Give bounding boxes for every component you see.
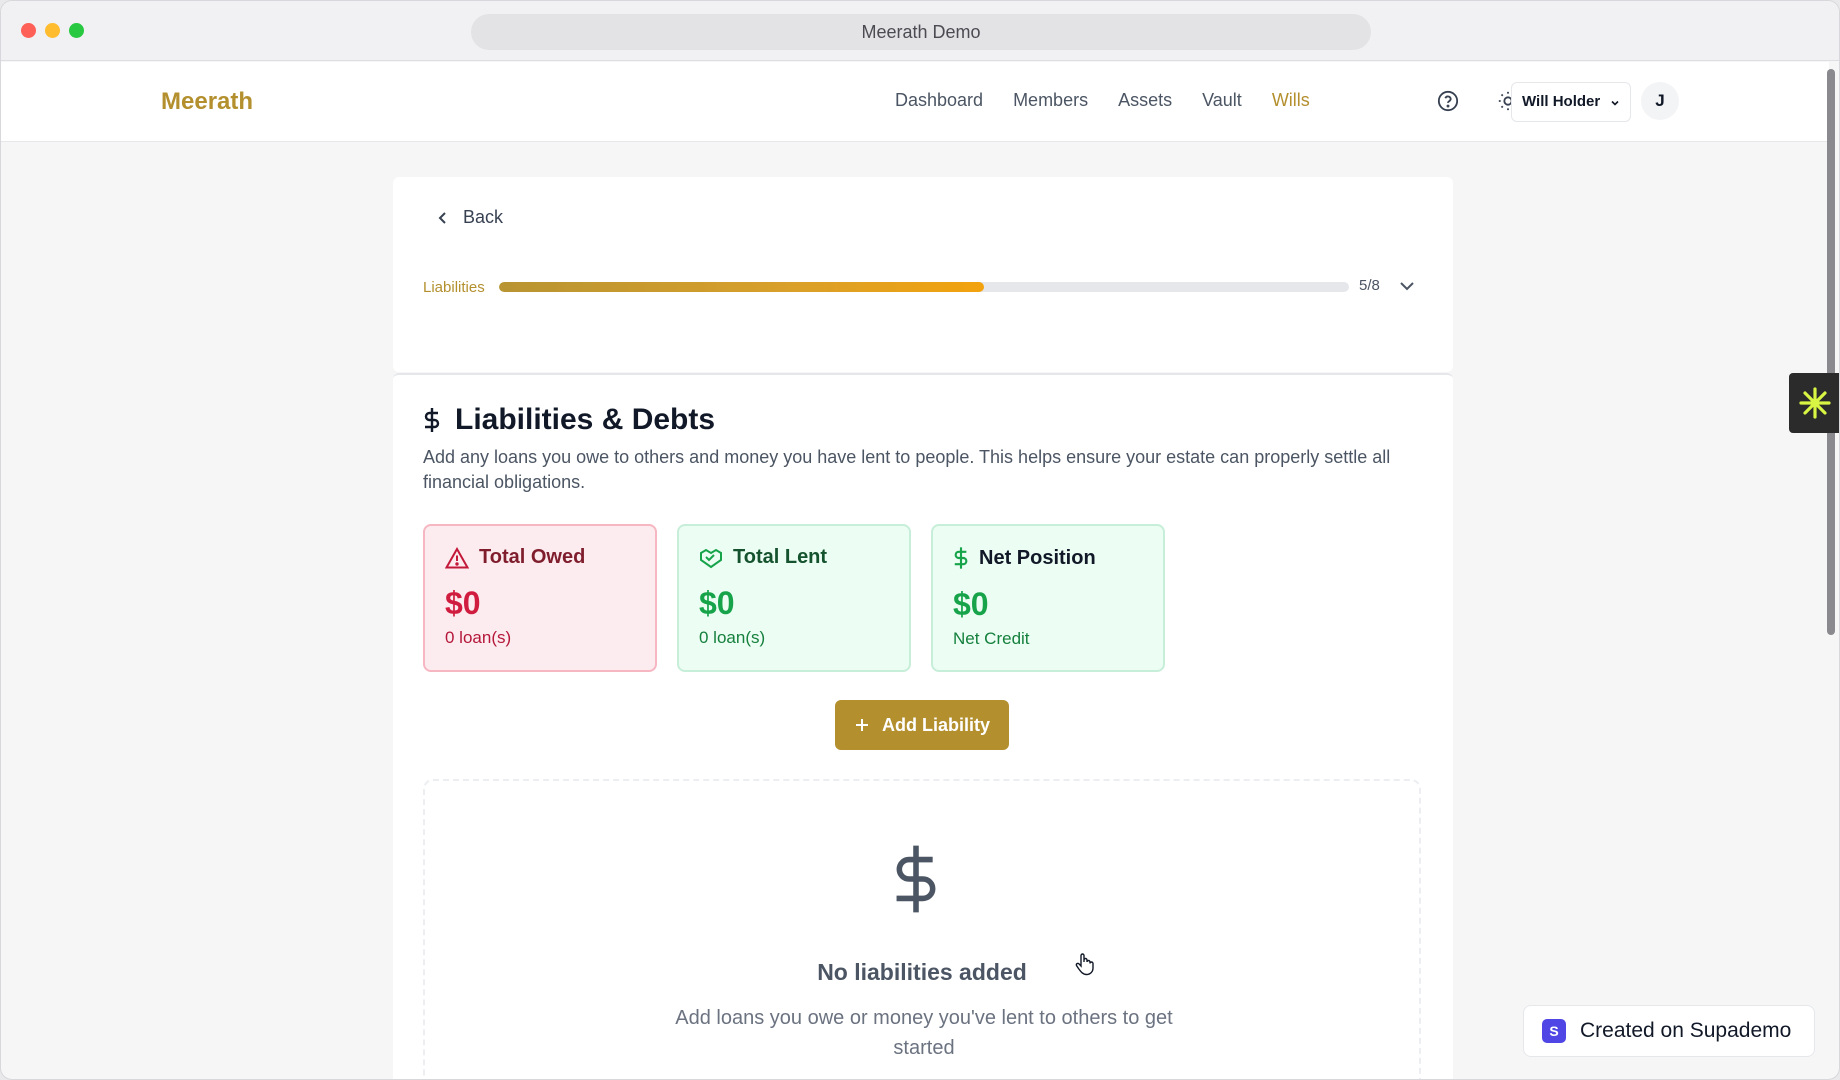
plus-icon: [856, 719, 868, 731]
avatar[interactable]: J: [1641, 82, 1679, 120]
sparkle-icon: [1799, 387, 1831, 419]
net-position-title: Net Position: [953, 546, 1143, 570]
minimize-window-button[interactable]: [45, 23, 60, 38]
chevron-down-icon: [1400, 282, 1414, 291]
total-owed-value: $0: [445, 585, 481, 621]
nav-wills[interactable]: Wills: [1272, 90, 1310, 111]
back-button[interactable]: Back: [437, 207, 503, 228]
supademo-label: Created on Supademo: [1580, 1019, 1792, 1042]
chevron-down-icon: [1611, 100, 1619, 106]
progress-fill: [499, 282, 985, 292]
total-lent-title: Total Lent: [699, 546, 889, 569]
wizard-header-panel: Back Liabilities 5/8: [393, 177, 1453, 372]
empty-state-description: Add loans you owe or money you've lent t…: [675, 1007, 1173, 1059]
nav-dashboard[interactable]: Dashboard: [895, 90, 983, 111]
maximize-window-button[interactable]: [69, 23, 84, 38]
main-nav: Dashboard Members Assets Vault Wills: [895, 90, 1340, 111]
progress-count: 5/8: [1359, 277, 1380, 294]
dollar-icon: [896, 845, 936, 913]
side-widget-button[interactable]: [1789, 373, 1839, 433]
liabilities-panel: Liabilities & Debts Add any loans you ow…: [393, 373, 1453, 1079]
page-scrollbar[interactable]: [1827, 69, 1835, 635]
page-description: Add any loans you owe to others and mone…: [423, 447, 1391, 492]
total-owed-card: Total Owed $0 0 loan(s): [423, 524, 657, 672]
back-label: Back: [463, 207, 504, 227]
address-bar[interactable]: Meerath Demo: [471, 14, 1371, 50]
page-title-text: Liabilities & Debts: [455, 403, 716, 436]
progress-bar: [499, 282, 1349, 292]
hand-cursor-icon: [1075, 953, 1094, 976]
supademo-logo-icon: S: [1542, 1019, 1566, 1043]
total-owed-title: Total Owed: [445, 546, 635, 569]
supademo-badge[interactable]: S Created on Supademo: [1523, 1005, 1815, 1057]
dollar-icon: [424, 408, 440, 432]
dollar-icon: [954, 547, 968, 569]
chevron-left-icon: [438, 211, 446, 224]
empty-state-title: No liabilities added: [817, 959, 1027, 985]
add-liability-label: Add Liability: [882, 714, 990, 735]
help-icon[interactable]: [1437, 90, 1461, 114]
browser-window: Meerath Demo Meerath Dashboard Members A…: [0, 0, 1840, 1080]
nav-members[interactable]: Members: [1013, 90, 1088, 111]
total-lent-value: $0: [699, 585, 735, 621]
title-bar: Meerath Demo: [1, 1, 1839, 61]
app-header: Meerath Dashboard Members Assets Vault W…: [1, 62, 1829, 142]
net-position-status: Net Credit: [953, 629, 1030, 648]
warning-triangle-icon: [445, 546, 469, 568]
user-menu-button[interactable]: Will Holder: [1511, 82, 1631, 122]
user-menu-label: Will Holder: [1522, 93, 1601, 110]
nav-vault[interactable]: Vault: [1202, 90, 1242, 111]
total-lent-card: Total Lent $0 0 loan(s): [677, 524, 911, 672]
close-window-button[interactable]: [21, 23, 36, 38]
empty-state: No liabilities added Add loans you owe o…: [423, 779, 1421, 1079]
net-position-value: $0: [953, 586, 989, 622]
add-liability-button[interactable]: Add Liability: [835, 700, 1009, 750]
total-lent-label: Total Lent: [733, 546, 828, 568]
page-title: Liabilities & Debts: [423, 403, 715, 437]
total-owed-count: 0 loan(s): [445, 628, 512, 647]
progress-step-label: Liabilities: [423, 279, 485, 296]
steps-expand-button[interactable]: [1399, 279, 1415, 297]
total-lent-count: 0 loan(s): [699, 628, 766, 647]
brand-logo[interactable]: Meerath: [161, 88, 253, 116]
handshake-icon: [700, 548, 722, 568]
nav-assets[interactable]: Assets: [1118, 90, 1172, 111]
net-position-label: Net Position: [979, 546, 1096, 569]
net-position-card: Net Position $0 Net Credit: [931, 524, 1165, 672]
total-owed-label: Total Owed: [479, 546, 586, 568]
